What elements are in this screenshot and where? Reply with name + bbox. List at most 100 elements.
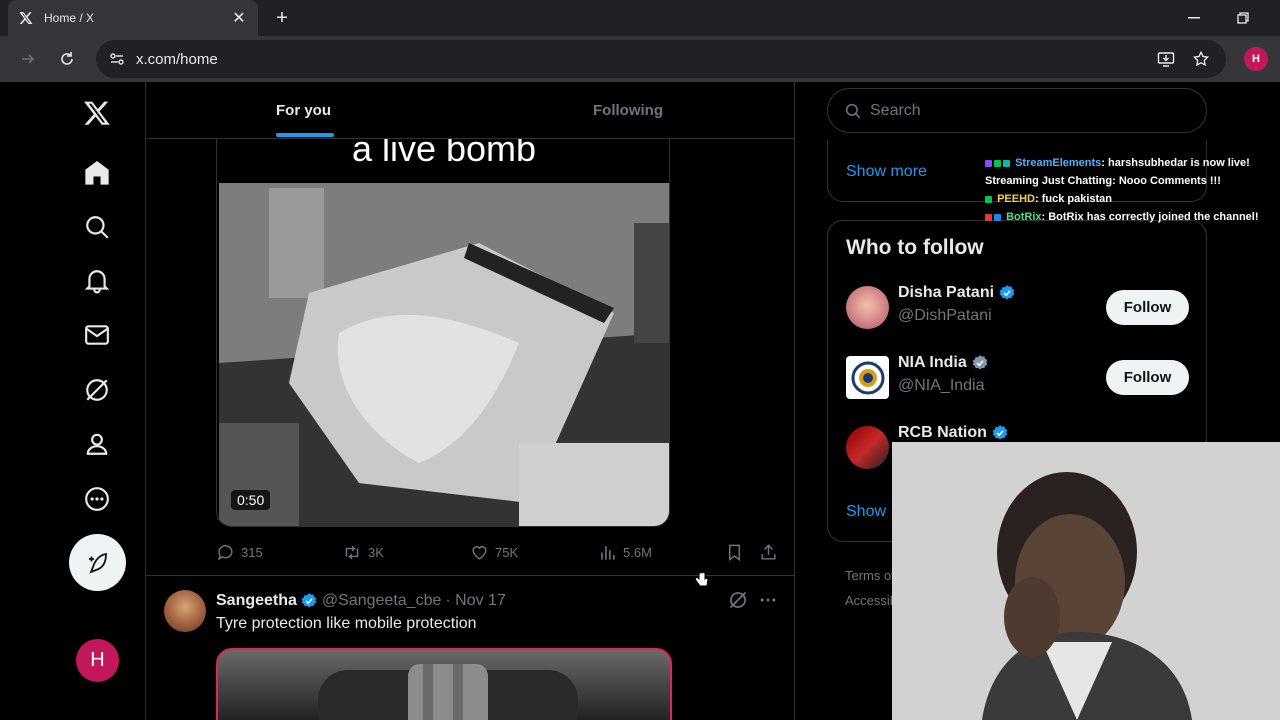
account-name-text: Disha Patani [898, 284, 995, 301]
post-date[interactable]: · Nov 17 [445, 592, 505, 610]
webcam-overlay [892, 442, 1280, 720]
follow-suggestion[interactable]: Disha Patani @DishPatani Follow [828, 276, 1206, 340]
install-app-icon[interactable] [1151, 40, 1181, 78]
post-actions: 315 3K 75K 5.6M [216, 540, 781, 564]
avatar[interactable] [846, 286, 889, 329]
chat-username: StreamElements [1015, 157, 1102, 169]
post-image[interactable] [216, 648, 672, 720]
active-tab-indicator [276, 133, 334, 137]
share-icon [761, 543, 776, 560]
video-duration: 0:50 [231, 490, 271, 510]
address-bar[interactable]: x.com/home [96, 40, 1226, 78]
account-avatar[interactable]: H [76, 639, 119, 682]
search-bar[interactable] [827, 88, 1207, 133]
account-handle: @NIA_India [898, 377, 985, 394]
verified-icon [301, 593, 317, 608]
video-caption: a live bomb [351, 139, 537, 169]
chat-message: BotRix: BotRix has correctly joined the … [985, 208, 1275, 226]
reload-icon[interactable] [53, 45, 81, 73]
reply-count: 315 [241, 544, 263, 560]
search-icon [845, 103, 861, 118]
account-name[interactable]: Disha Patani [898, 284, 1016, 302]
view-count: 5.6M [623, 544, 652, 560]
badge-icon [985, 195, 992, 203]
browser-tab[interactable]: Home / X ✕ [8, 0, 258, 36]
footer-accessibility-link[interactable]: Accessib [845, 588, 897, 613]
search-input[interactable] [870, 101, 1170, 120]
tab-following[interactable]: Following [593, 82, 663, 139]
grok-icon[interactable] [76, 369, 118, 411]
footer-links: Terms of Accessib [845, 563, 897, 613]
avatar[interactable] [846, 426, 889, 469]
bookmark-star-icon[interactable] [1186, 40, 1216, 78]
reply-icon [218, 544, 233, 560]
like-count: 75K [495, 544, 519, 560]
post-header: Sangeetha @Sangeeta_cbe · Nov 17 [216, 591, 506, 611]
tab-close-icon[interactable]: ✕ [230, 8, 248, 28]
footer-terms-link[interactable]: Terms of [845, 563, 897, 588]
follow-button[interactable]: Follow [1106, 360, 1189, 395]
x-favicon-icon [18, 10, 34, 26]
post-author-handle[interactable]: @Sangeeta_cbe [322, 592, 441, 610]
like-icon [472, 545, 487, 560]
follow-button[interactable]: Follow [1106, 290, 1189, 325]
compose-button[interactable] [69, 534, 126, 591]
post-author-name[interactable]: Sangeetha [216, 592, 297, 610]
profile-icon[interactable] [76, 423, 118, 465]
grok-action-icon[interactable] [728, 590, 748, 615]
account-handle: @DishPatani [898, 307, 992, 324]
badge-icon [1003, 159, 1010, 167]
feed-tabs: For you Following [146, 82, 794, 139]
verified-icon [972, 355, 988, 370]
views-icon [601, 545, 615, 560]
post-more-icon[interactable] [758, 590, 778, 615]
follow-suggestion[interactable]: NIA India @NIA_India Follow [828, 346, 1206, 410]
account-name[interactable]: NIA India [898, 354, 989, 372]
tab-for-you[interactable]: For you [276, 82, 331, 139]
post-author-avatar[interactable] [164, 590, 206, 632]
browser-toolbar: x.com/home H [0, 36, 1280, 82]
main-feed: For you Following a live bomb 0:50 315 3… [145, 82, 795, 720]
new-tab-icon[interactable]: + [270, 0, 294, 36]
browser-profile-avatar[interactable]: H [1244, 47, 1268, 71]
reply-button[interactable]: 315 [216, 540, 263, 564]
more-icon[interactable] [76, 478, 118, 520]
chat-username: PEEHD [997, 193, 1035, 205]
chat-text: : BotRix has correctly joined the channe… [1041, 211, 1259, 223]
chat-username: BotRix [1006, 211, 1042, 223]
share-button[interactable] [759, 540, 784, 564]
show-more-link[interactable]: Show more [846, 163, 927, 181]
like-button[interactable]: 75K [470, 540, 518, 564]
search-icon[interactable] [76, 206, 118, 248]
views-button[interactable]: 5.6M [598, 540, 652, 564]
avatar[interactable] [846, 356, 889, 399]
badge-icon [994, 159, 1001, 167]
badge-icon [994, 213, 1001, 221]
chat-message: StreamElements: harshsubhedar is now liv… [985, 154, 1275, 190]
badge-icon [985, 213, 992, 221]
x-logo-icon[interactable] [76, 92, 118, 134]
browser-tab-bar: Home / X ✕ + [0, 0, 1280, 36]
bell-icon[interactable] [76, 260, 118, 302]
site-settings-icon[interactable] [106, 48, 128, 70]
who-to-follow-title: Who to follow [846, 236, 984, 259]
post-video[interactable]: a live bomb 0:50 [216, 139, 670, 527]
verified-icon [992, 425, 1008, 440]
repost-button[interactable]: 3K [342, 540, 384, 564]
account-name-text: NIA India [898, 354, 967, 371]
repost-icon [345, 545, 359, 559]
verified-icon [999, 285, 1015, 300]
repost-count: 3K [368, 544, 384, 560]
url-text: x.com/home [136, 50, 218, 68]
home-icon[interactable] [76, 152, 118, 194]
chat-message: PEEHD: fuck pakistan [985, 190, 1275, 208]
forward-icon[interactable] [14, 45, 42, 73]
account-name[interactable]: RCB Nation [898, 424, 1009, 442]
chat-text: : fuck pakistan [1034, 193, 1112, 205]
mail-icon[interactable] [76, 314, 118, 356]
show-more-follow-link[interactable]: Show [846, 503, 886, 521]
video-frame [219, 183, 669, 526]
restore-icon[interactable] [1223, 0, 1263, 36]
bookmark-button[interactable] [725, 540, 750, 564]
minimize-icon[interactable] [1174, 0, 1214, 36]
